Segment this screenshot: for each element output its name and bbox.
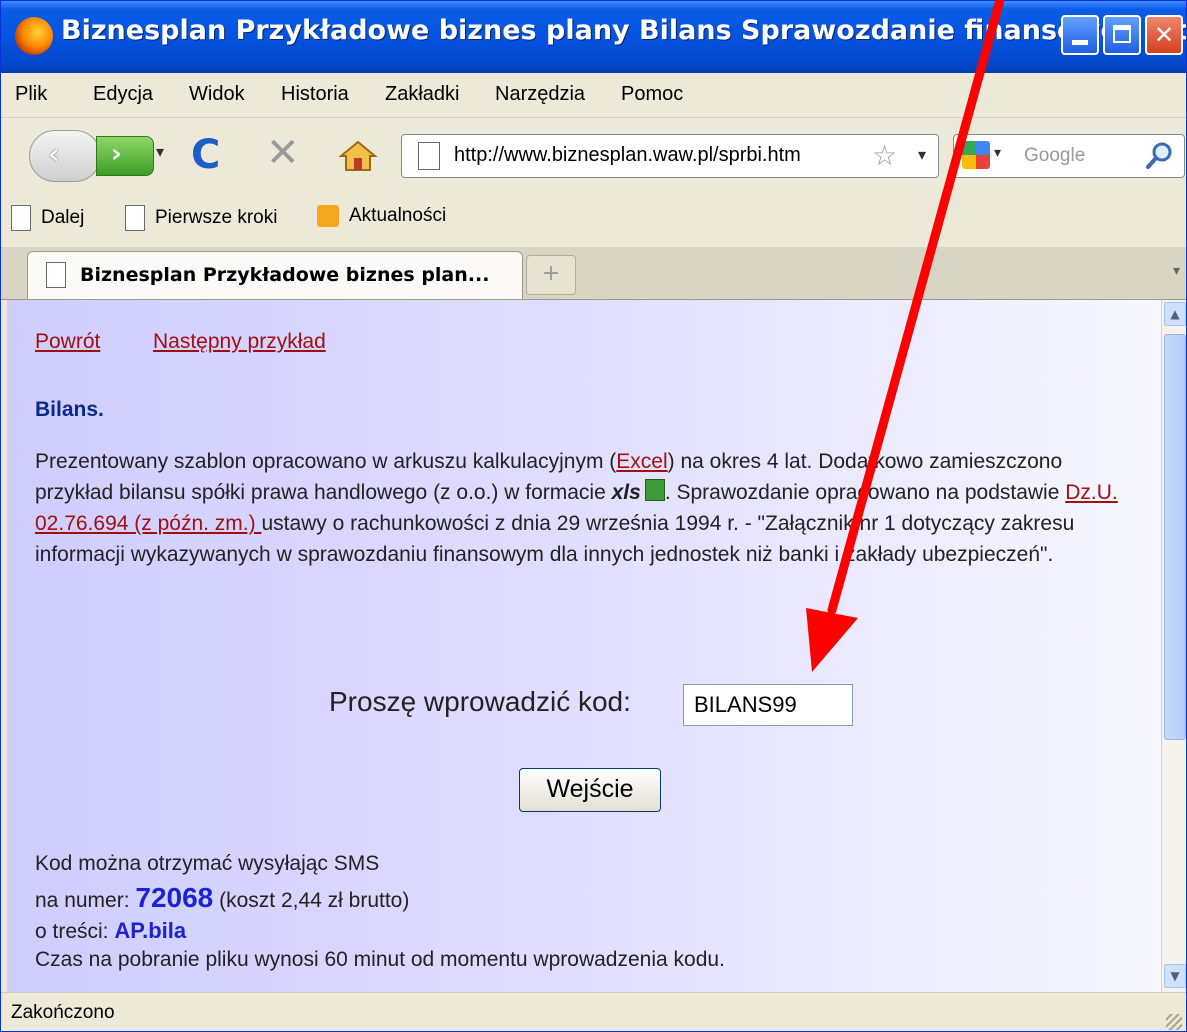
back-button[interactable]: ‹ xyxy=(29,130,101,182)
stop-icon[interactable]: ✕ xyxy=(266,130,300,176)
maximize-button[interactable] xyxy=(1103,15,1141,55)
para-text: . Sprawozdanie opracowano na podstawie xyxy=(664,481,1066,504)
sms-text-prefix: o treści: xyxy=(35,920,115,943)
home-icon[interactable] xyxy=(339,140,377,172)
menu-edycja[interactable]: Edycja xyxy=(93,83,153,106)
close-icon: ✕ xyxy=(1153,21,1175,49)
sms-text-line: o treści: AP.bila xyxy=(35,918,186,944)
page-content: Powrót Następny przykład Bilans. Prezent… xyxy=(7,300,1161,992)
reload-icon[interactable]: C xyxy=(191,132,220,178)
link-excel[interactable]: Excel xyxy=(616,450,667,473)
back-arrow-icon: ‹ xyxy=(48,137,60,172)
forward-button[interactable]: › xyxy=(96,136,154,176)
menu-plik[interactable]: Plik xyxy=(15,83,47,106)
tab-label: Biznesplan Przykładowe biznes plan... xyxy=(80,264,490,286)
rss-icon xyxy=(317,205,339,227)
sms-keyword: AP.bila xyxy=(114,918,187,943)
bookmark-star-icon[interactable]: ☆ xyxy=(872,139,897,172)
excel-file-icon[interactable] xyxy=(644,479,665,501)
minimize-button[interactable] xyxy=(1061,15,1099,55)
sms-number: 72068 xyxy=(135,882,214,913)
sms-info-line: Kod można otrzymać wysyłając SMS xyxy=(35,852,380,875)
resize-grip-icon[interactable] xyxy=(1166,1014,1182,1030)
navigation-toolbar: ‹ › ▾ C ✕ ☆ ▾ ▾ Google xyxy=(1,118,1186,193)
bookmark-pierwsze-kroki[interactable]: Pierwsze kroki xyxy=(125,205,277,231)
bookmarks-toolbar: Dalej Pierwsze kroki Aktualności xyxy=(1,193,1186,248)
search-icon[interactable] xyxy=(1144,141,1174,171)
sms-number-line: na numer: 72068 (koszt 2,44 zł brutto) xyxy=(35,882,409,914)
browser-window: Biznesplan Przykładowe biznes plany Bila… xyxy=(0,0,1187,1032)
page-heading: Bilans. xyxy=(35,398,104,421)
close-button[interactable]: ✕ xyxy=(1145,15,1183,55)
scroll-down-icon[interactable]: ▼ xyxy=(1164,964,1186,988)
url-dropdown-icon[interactable]: ▾ xyxy=(918,145,926,164)
menu-bar: Plik Edycja Widok Historia Zakładki Narz… xyxy=(1,73,1186,118)
bookmark-label: Pierwsze kroki xyxy=(155,207,278,228)
menu-widok[interactable]: Widok xyxy=(189,83,245,106)
link-powrot[interactable]: Powrót xyxy=(35,330,100,354)
code-label: Proszę wprowadzić kod: xyxy=(329,686,631,717)
status-text: Zakończono xyxy=(11,1002,115,1023)
history-dropdown-icon[interactable]: ▾ xyxy=(156,142,164,161)
submit-button[interactable]: Wejście xyxy=(519,768,661,812)
tab-active[interactable]: Biznesplan Przykładowe biznes plan... xyxy=(27,251,523,299)
menu-pomoc[interactable]: Pomoc xyxy=(621,83,683,106)
description-paragraph: Prezentowany szablon opracowano w arkusz… xyxy=(35,446,1145,570)
menu-zakladki[interactable]: Zakładki xyxy=(385,83,459,106)
minimize-icon xyxy=(1072,40,1088,45)
code-input[interactable] xyxy=(683,684,853,726)
menu-narzedzia[interactable]: Narzędzia xyxy=(495,83,585,106)
scroll-thumb[interactable] xyxy=(1164,334,1186,740)
page-icon xyxy=(46,262,66,288)
bookmark-dalej[interactable]: Dalej xyxy=(11,205,84,231)
status-bar: Zakończono xyxy=(1,992,1186,1031)
page-icon xyxy=(125,205,145,231)
url-input[interactable] xyxy=(454,144,814,167)
page-icon xyxy=(11,205,31,231)
scroll-up-icon[interactable]: ▲ xyxy=(1164,302,1186,326)
page-icon xyxy=(418,142,440,170)
vertical-scrollbar[interactable]: ▲ ▼ xyxy=(1161,300,1186,992)
download-time-note: Czas na pobranie pliku wynosi 60 minut o… xyxy=(35,948,725,971)
search-bar[interactable]: ▾ Google xyxy=(953,134,1185,178)
window-title: Biznesplan Przykładowe biznes plany Bila… xyxy=(61,15,1187,46)
address-bar[interactable]: ☆ ▾ xyxy=(401,134,939,178)
forward-arrow-icon: › xyxy=(111,139,122,169)
para-text: Prezentowany szablon opracowano w arkusz… xyxy=(35,450,617,473)
sms-number-prefix: na numer: xyxy=(35,889,136,912)
bookmark-aktualnosci[interactable]: Aktualności xyxy=(317,205,446,227)
new-tab-button[interactable]: + xyxy=(526,255,576,295)
menu-historia[interactable]: Historia xyxy=(281,83,349,106)
tab-list-dropdown-icon[interactable]: ▾ xyxy=(1173,263,1180,279)
xls-label: xls xyxy=(611,481,641,504)
bookmark-label: Aktualności xyxy=(349,205,447,226)
title-bar[interactable]: Biznesplan Przykładowe biznes plany Bila… xyxy=(1,1,1186,73)
tab-strip: Biznesplan Przykładowe biznes plan... + … xyxy=(1,247,1186,300)
search-placeholder[interactable]: Google xyxy=(1024,145,1085,167)
engine-dropdown-icon[interactable]: ▾ xyxy=(994,145,1001,161)
link-nastepny-przyklad[interactable]: Następny przykład xyxy=(153,330,326,354)
maximize-icon xyxy=(1113,25,1131,43)
google-engine-icon[interactable] xyxy=(962,141,990,169)
firefox-logo-icon xyxy=(15,17,53,55)
bookmark-label: Dalej xyxy=(41,207,85,228)
sms-cost: (koszt 2,44 zł brutto) xyxy=(213,889,410,912)
